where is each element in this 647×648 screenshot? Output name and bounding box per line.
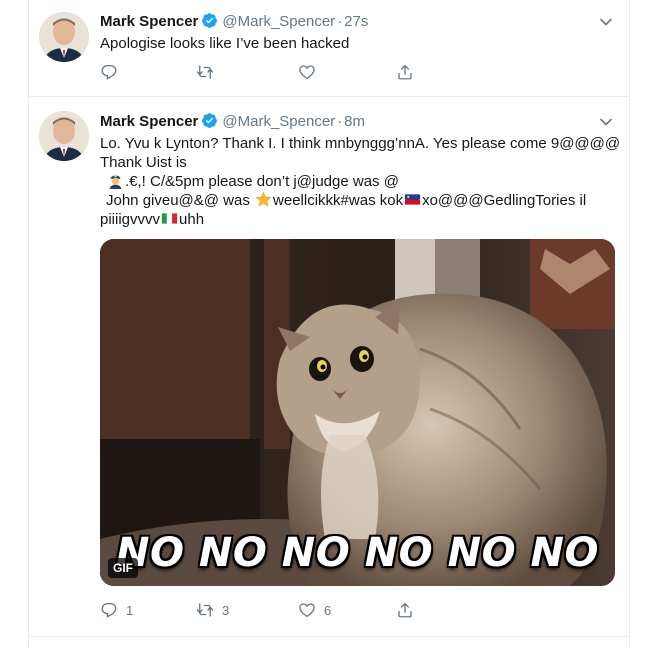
tweet-text-segment: weellcikkk#was kok xyxy=(273,192,404,209)
tweet-text-segment: uhh xyxy=(179,211,205,228)
retweet-icon xyxy=(196,603,214,617)
verified-badge-icon xyxy=(202,13,218,28)
tweet-text-line: piiiigvvvv uhh xyxy=(100,210,615,229)
gif-caption: NO NO NO NO NO NO xyxy=(115,530,599,576)
separator-dot: · xyxy=(337,13,343,30)
tweet[interactable]: Mark Spencer @Mark_Spencer · 8m Lo. Yvu k L… xyxy=(29,97,629,637)
author-name[interactable]: Mark Spencer xyxy=(100,13,198,30)
tweet-text-line: Lo. Yvu k Lynton? Thank I. I think mnbyn… xyxy=(100,135,621,152)
verified-badge-icon xyxy=(202,113,218,128)
tweet-text-segment: .€,! C/&5pm please don’t j@judge was @ xyxy=(125,173,399,190)
tweet-text: Apologise looks like I’ve been hacked xyxy=(100,34,615,53)
tweet-text-segment: xo@@@GedlingTories il xyxy=(422,192,587,209)
retweet-icon xyxy=(196,65,214,79)
tweet-timestamp[interactable]: 8m xyxy=(344,113,365,130)
timeline: Mark Spencer @Mark_Spencer · 27s Apologise … xyxy=(28,0,630,648)
reply-button[interactable]: 1 xyxy=(100,600,133,620)
like-button[interactable]: 6 xyxy=(298,600,331,620)
separator-dot: · xyxy=(337,113,343,130)
avatar[interactable] xyxy=(39,111,89,161)
tweet-text-line: .€,! C/&5pm please don’t j@judge was @ xyxy=(100,172,615,191)
tweet-text-line: Thank Uist is xyxy=(100,154,187,171)
chevron-down-icon[interactable] xyxy=(599,115,613,129)
police-officer-emoji xyxy=(109,175,122,189)
tweet-header: Mark Spencer @Mark_Spencer · 8m xyxy=(100,112,365,132)
share-button[interactable] xyxy=(396,62,414,82)
gif-badge: GIF xyxy=(108,558,138,578)
reply-button[interactable] xyxy=(100,62,126,82)
tweet-header: Mark Spencer @Mark_Spencer · 27s xyxy=(100,12,368,32)
retweet-button[interactable] xyxy=(196,62,222,82)
tweet[interactable]: Mark Spencer @Mark_Spencer · 27s Apologise … xyxy=(29,0,629,97)
reply-icon xyxy=(101,602,117,618)
heart-icon xyxy=(299,65,315,80)
tweet-actions xyxy=(100,62,430,82)
retweet-button[interactable]: 3 xyxy=(196,600,229,620)
retweet-count: 3 xyxy=(222,602,230,618)
like-button[interactable] xyxy=(298,62,324,82)
heart-icon xyxy=(299,603,315,618)
reply-icon xyxy=(101,64,117,80)
tweet-text-line: John giveu@&@ was weellcikkk#was kok xo@@… xyxy=(100,191,615,210)
tweet-text-segment: piiiigvvvv xyxy=(100,211,161,228)
author-handle[interactable]: @Mark_Spencer xyxy=(222,13,335,30)
chevron-down-icon[interactable] xyxy=(599,15,613,29)
share-icon xyxy=(398,602,412,618)
share-button[interactable] xyxy=(396,600,414,620)
tweet-actions: 1 3 6 xyxy=(100,600,430,620)
tweet-text-line: Apologise looks like I’ve been hacked xyxy=(100,35,350,52)
tweet-text: Lo. Yvu k Lynton? Thank I. I think mnbyn… xyxy=(100,134,621,229)
tweet-text-segment: John giveu@&@ was xyxy=(106,192,255,209)
share-icon xyxy=(398,64,412,80)
gif-media[interactable]: NO NO NO NO NO NO GIF xyxy=(100,239,615,586)
author-handle[interactable]: @Mark_Spencer xyxy=(222,113,335,130)
author-name[interactable]: Mark Spencer xyxy=(100,113,198,130)
italy-flag-emoji xyxy=(161,213,178,224)
tweet-timestamp[interactable]: 27s xyxy=(344,13,368,30)
reply-count: 1 xyxy=(126,602,134,618)
like-count: 6 xyxy=(324,602,332,618)
star-emoji xyxy=(255,191,272,207)
avatar[interactable] xyxy=(39,12,89,62)
liechtenstein-flag-emoji xyxy=(404,194,421,205)
